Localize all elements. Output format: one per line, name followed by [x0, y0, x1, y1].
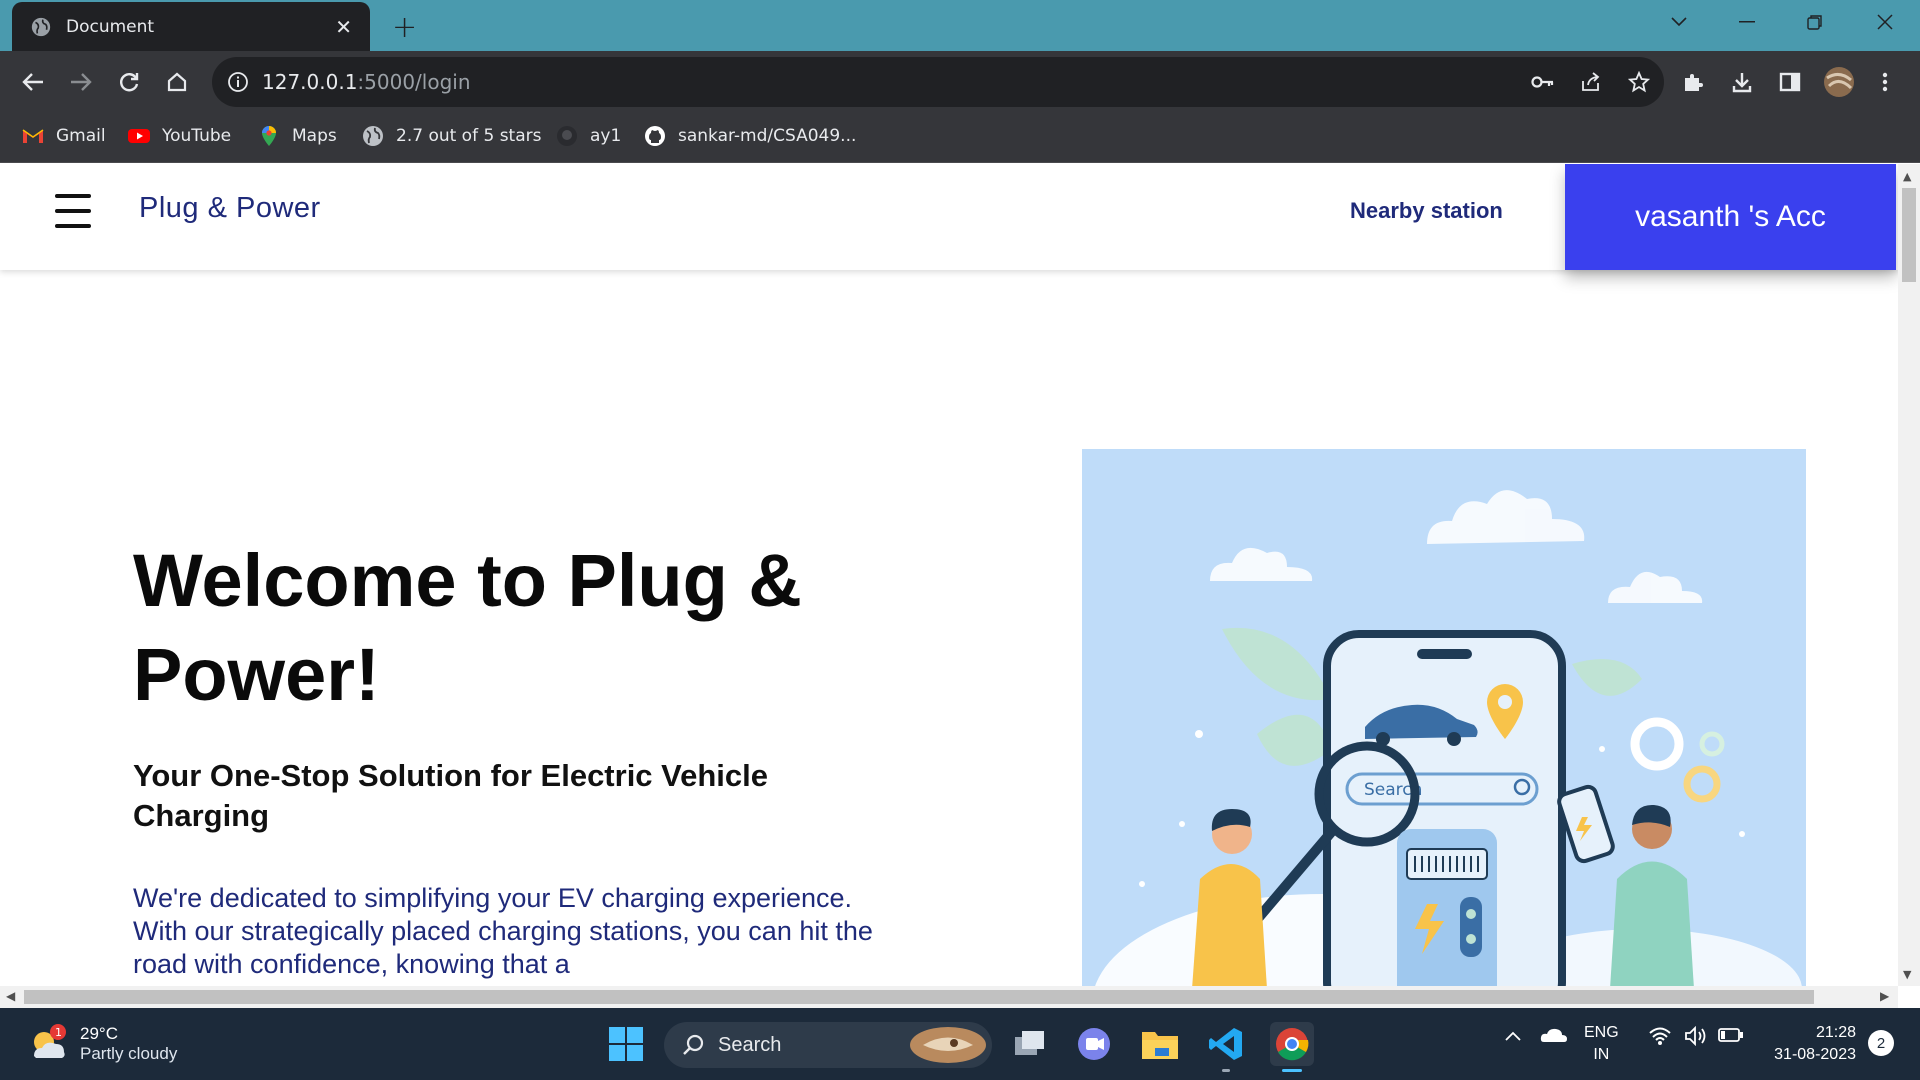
teams-chat-icon[interactable] [1072, 1022, 1116, 1066]
language-code: ENG [1584, 1024, 1619, 1041]
clock-time: 21:28 [1815, 1024, 1856, 1041]
bookmark-label: Gmail [56, 126, 106, 146]
url-text: 127.0.0.1:5000/login [262, 70, 471, 94]
horizontal-scrollbar[interactable]: ◀ ▶ [0, 986, 1898, 1008]
youtube-icon [128, 125, 150, 147]
extensions-puzzle-icon[interactable] [1676, 65, 1710, 99]
tab-search-chevron-icon[interactable] [1644, 0, 1714, 44]
clock-date: 31-08-2023 [1774, 1046, 1856, 1063]
bookmark-rating[interactable]: 2.7 out of 5 stars [362, 125, 541, 147]
taskbar-search[interactable]: Search [664, 1022, 992, 1068]
browser-tab[interactable]: Document ✕ [12, 2, 370, 51]
bookmark-label: ay1 [590, 126, 622, 146]
profile-avatar[interactable] [1822, 65, 1856, 99]
search-highlight-image [910, 1027, 986, 1063]
globe-icon [362, 125, 384, 147]
password-key-icon[interactable] [1530, 69, 1556, 95]
scroll-right-arrow-icon[interactable]: ▶ [1880, 989, 1889, 1003]
nearby-station-link[interactable]: Nearby station [1350, 198, 1503, 224]
scroll-down-arrow-icon[interactable]: ▼ [1903, 968, 1911, 981]
url-host: 127.0.0.1 [262, 70, 358, 94]
bookmark-star-icon[interactable] [1626, 69, 1652, 95]
maps-pin-icon [258, 125, 280, 147]
forward-icon[interactable] [64, 65, 98, 99]
volume-icon[interactable] [1684, 1025, 1708, 1051]
partly-cloudy-icon: 1 [34, 1024, 66, 1058]
scroll-left-arrow-icon[interactable]: ◀ [6, 989, 15, 1003]
bookmark-youtube[interactable]: YouTube [128, 125, 231, 147]
minimize-icon[interactable] [1712, 0, 1782, 44]
onedrive-cloud-icon[interactable] [1540, 1026, 1568, 1049]
show-hidden-icons-chevron-icon[interactable] [1504, 1026, 1522, 1047]
browser-toolbar: 127.0.0.1:5000/login [0, 51, 1920, 113]
windows-start-icon[interactable] [604, 1022, 648, 1066]
region-code: IN [1593, 1046, 1610, 1063]
bookmark-label: YouTube [162, 126, 232, 146]
browser-tab-strip: Document ✕ + [0, 0, 1920, 51]
globe-icon [31, 17, 51, 36]
vscode-icon[interactable] [1204, 1022, 1248, 1072]
weather-condition: Partly cloudy [80, 1044, 178, 1063]
hero-description: We're dedicated to simplifying your EV c… [133, 883, 873, 979]
chrome-taskbar-icon[interactable] [1270, 1022, 1314, 1072]
clock[interactable]: 21:28 31-08-2023 [1766, 1022, 1856, 1066]
chrome-menu-icon[interactable] [1868, 65, 1902, 99]
weather-widget[interactable]: 1 29°C Partly cloudy [26, 1022, 177, 1066]
new-tab-button[interactable]: + [392, 10, 417, 45]
site-navbar: Plug & Power Nearby station vasanth 's A… [0, 164, 1898, 270]
tab-title: Document [66, 16, 155, 37]
tab-close-icon[interactable]: ✕ [335, 15, 352, 39]
url-path: :5000/login [357, 70, 471, 94]
notification-badge[interactable]: 2 [1868, 1030, 1894, 1056]
windows-taskbar: 1 29°C Partly cloudy Search ENG IN 21:28… [0, 1008, 1920, 1080]
task-view-icon[interactable] [1008, 1022, 1052, 1066]
wifi-icon[interactable] [1648, 1026, 1672, 1051]
battery-icon[interactable] [1718, 1026, 1744, 1049]
search-icon [683, 1034, 704, 1055]
side-panel-icon[interactable] [1773, 65, 1807, 99]
home-icon[interactable] [160, 65, 194, 99]
reload-icon[interactable] [112, 65, 146, 99]
account-button[interactable]: vasanth 's Acc [1565, 164, 1896, 270]
back-icon[interactable] [16, 65, 50, 99]
page-viewport: Plug & Power Nearby station vasanth 's A… [0, 164, 1898, 986]
bookmark-github-repo[interactable]: sankar-md/CSA049... [644, 125, 856, 147]
scroll-up-arrow-icon[interactable]: ▲ [1903, 170, 1911, 183]
bookmark-label: Maps [292, 126, 337, 146]
site-brand[interactable]: Plug & Power [139, 192, 321, 225]
ev-charging-illustration: Search [1082, 449, 1806, 986]
gmail-icon [22, 125, 44, 147]
hero-title: Welcome to Plug & Power! [133, 539, 802, 716]
taskbar-search-label: Search [718, 1033, 782, 1056]
language-indicator[interactable]: ENG IN [1584, 1022, 1619, 1066]
weather-temperature: 29°C [80, 1024, 118, 1043]
vertical-scroll-thumb[interactable] [1902, 188, 1916, 282]
bookmark-label: 2.7 out of 5 stars [396, 126, 542, 146]
close-window-icon[interactable] [1850, 0, 1920, 44]
downloads-icon[interactable] [1725, 65, 1759, 99]
hamburger-menu-icon[interactable] [55, 194, 91, 228]
share-icon[interactable] [1578, 69, 1604, 95]
horizontal-scroll-thumb[interactable] [24, 990, 1814, 1004]
bookmark-maps[interactable]: Maps [258, 125, 337, 147]
bookmark-gmail[interactable]: Gmail [22, 125, 106, 147]
file-explorer-icon[interactable] [1138, 1022, 1182, 1066]
weather-alert-badge: 1 [55, 1026, 62, 1039]
bookmarks-bar: Gmail YouTube Maps 2.7 out of 5 stars ay… [0, 113, 1920, 163]
github-icon [644, 125, 666, 147]
bookmark-label: sankar-md/CSA049... [678, 126, 857, 146]
address-bar[interactable]: 127.0.0.1:5000/login [212, 57, 1664, 107]
bookmark-ay1[interactable]: ay1 [556, 125, 621, 147]
hero-subtitle: Your One-Stop Solution for Electric Vehi… [133, 758, 769, 833]
restore-icon[interactable] [1780, 0, 1850, 44]
github-icon [556, 125, 578, 147]
vertical-scrollbar[interactable]: ▲ ▼ [1898, 164, 1920, 986]
site-info-icon[interactable] [226, 70, 250, 94]
